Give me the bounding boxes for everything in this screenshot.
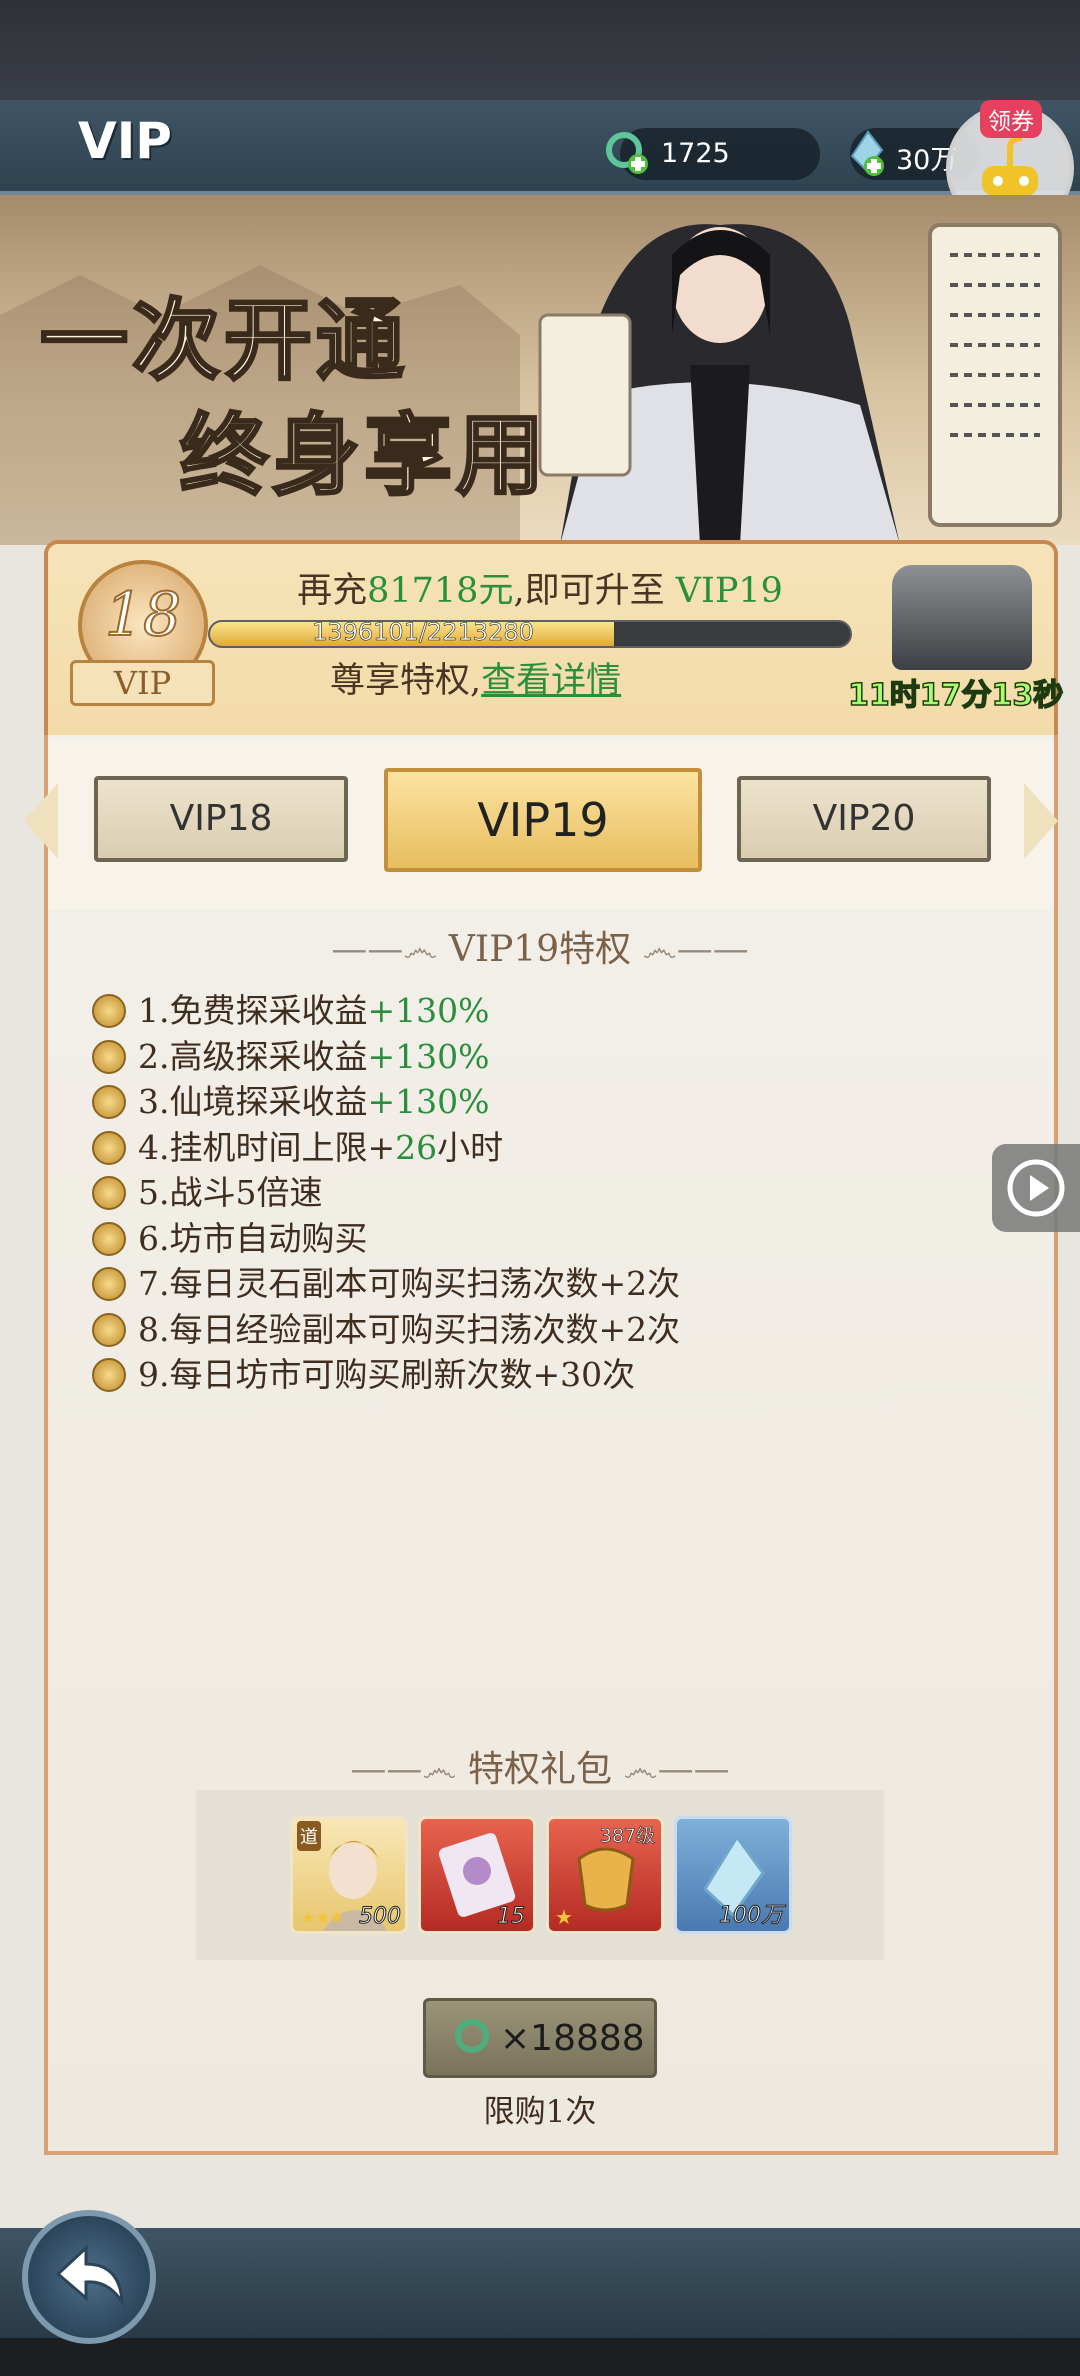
gift-item-count: 100万 (719, 1903, 784, 1929)
gift-item-count: 15 (497, 1904, 526, 1930)
jade-amount: 1725 (661, 138, 730, 169)
coin-icon (92, 1267, 126, 1301)
privilege-highlight: +130% (367, 1036, 490, 1076)
privilege-item: 9.每日坊市可购买刷新次数+30次 (92, 1348, 636, 1394)
privilege-prefix: 尊享特权, (330, 661, 482, 701)
cloud-ornament-icon: ෴—— (631, 929, 749, 970)
next-arrow-icon[interactable] (1024, 783, 1058, 859)
gift-item-count: 500 (359, 1904, 402, 1930)
coupon-badge[interactable]: 领券 (980, 100, 1042, 138)
gift-item-level: 387级 (599, 1825, 655, 1848)
privilege-text: 8.每日经验副本可购买扫荡次数+2次 (138, 1309, 681, 1349)
privilege-text: 3.仙境探采收益 (138, 1082, 368, 1121)
back-arrow-icon (55, 2244, 124, 2308)
privilege-item: 5.战斗5倍速 (92, 1166, 323, 1212)
star-icon: ★★★ (301, 1908, 345, 1927)
purchase-limit: 限购1次 (483, 2094, 597, 2130)
privileges-title: VIP19特权 (448, 929, 632, 970)
coin-icon (92, 1085, 126, 1119)
privileges-heading: ——෴ VIP19特权 ෴—— (0, 920, 1080, 972)
gift-price: ×18888 (500, 2018, 645, 2059)
privilege-text: 5.战斗5倍速 (138, 1173, 323, 1212)
privilege-item: 2.高级探采收益+130% (92, 1030, 490, 1076)
jade-dragon-icon[interactable] (602, 126, 654, 178)
privilege-item: 6.坊市自动购买 (92, 1212, 368, 1258)
vip-level-number: 18 (104, 579, 182, 651)
gift-item-hero[interactable]: 道 500 ★★★ (290, 1816, 408, 1934)
privilege-text: 6.坊市自动购买 (138, 1218, 368, 1258)
star-icon: ★ (555, 1905, 573, 1929)
privilege-text: 2.高级探采收益 (138, 1036, 368, 1076)
next-vip-level: VIP19 (675, 571, 783, 611)
view-details-link[interactable]: 查看详情 (481, 661, 621, 701)
tab-vip19-active[interactable]: VIP19 (384, 768, 702, 872)
banner-slogan-line1: 一次开通 (38, 287, 409, 394)
bottom-edge (0, 2338, 1080, 2376)
privilege-item: 4.挂机时间上限+26小时 (92, 1121, 504, 1167)
status-area (0, 0, 1080, 100)
play-icon (1007, 1159, 1065, 1217)
privilege-highlight: +130% (367, 991, 490, 1030)
recharge-amount: 81718元 (367, 571, 514, 611)
cloud-ornament-icon: ——෴ (331, 929, 449, 970)
cloud-ornament-icon: ——෴ (350, 1749, 468, 1790)
vip-badge-label: VIP (70, 660, 215, 706)
gift-title: 特权礼包 (467, 1749, 612, 1790)
privilege-line: 尊享特权,查看详情 (330, 652, 621, 703)
coin-icon (92, 1039, 126, 1074)
recharge-prefix: 再充 (297, 571, 368, 611)
gift-heading: ——෴ 特权礼包 ෴—— (0, 1740, 1080, 1792)
privilege-highlight: +130% (367, 1082, 490, 1121)
video-button[interactable] (992, 1144, 1080, 1232)
cloud-ornament-icon: ෴—— (612, 1749, 730, 1790)
treasure-chest-icon[interactable] (892, 565, 1032, 670)
privilege-suffix: 小时 (437, 1127, 504, 1167)
privilege-item: 7.每日灵石副本可购买扫荡次数+2次 (92, 1257, 681, 1303)
gift-item-scroll[interactable]: 15 (418, 1816, 536, 1934)
privilege-text: 4.挂机时间上限+ (138, 1127, 396, 1167)
coin-icon (92, 994, 126, 1028)
coin-icon (92, 1221, 126, 1256)
coin-icon (92, 1312, 126, 1347)
jade-dragon-icon (455, 2019, 489, 2053)
tab-vip18[interactable]: VIP18 (94, 776, 348, 862)
page-title: VIP (78, 112, 172, 170)
recharge-middle: ,即可升至 (513, 571, 676, 611)
banner-slogan-line2: 终身享用 (178, 402, 549, 509)
gift-item-tag: 道 (297, 1821, 321, 1851)
privilege-text: 7.每日灵石副本可购买扫荡次数+2次 (138, 1264, 681, 1303)
coin-icon (92, 1130, 126, 1165)
privilege-text: 9.每日坊市可购买刷新次数+30次 (138, 1355, 636, 1394)
countdown-timer: 11时17分13秒 (847, 677, 1064, 714)
recharge-hint: 再充81718元,即可升至 VIP19 (200, 562, 880, 613)
privilege-item: 3.仙境探采收益+130% (92, 1075, 490, 1121)
tab-vip20[interactable]: VIP20 (737, 776, 991, 862)
coin-icon (92, 1176, 126, 1210)
crystal-icon[interactable] (842, 126, 894, 178)
bottom-bar (0, 2228, 1080, 2338)
privilege-item: 8.每日经验副本可购买扫荡次数+2次 (92, 1303, 681, 1349)
vip-progress-text: 1396101/2213280 (312, 618, 534, 647)
gift-item-crystal[interactable]: 100万 (674, 1816, 792, 1934)
privilege-highlight: 26 (395, 1127, 438, 1167)
back-button[interactable] (22, 2210, 156, 2344)
coin-icon (92, 1358, 126, 1392)
privilege-item: 1.免费探采收益+130% (92, 984, 490, 1030)
privilege-text: 1.免费探采收益 (138, 991, 368, 1030)
gift-item-equipment[interactable]: 387级 ★ (546, 1816, 664, 1934)
prev-arrow-icon[interactable] (24, 783, 58, 859)
